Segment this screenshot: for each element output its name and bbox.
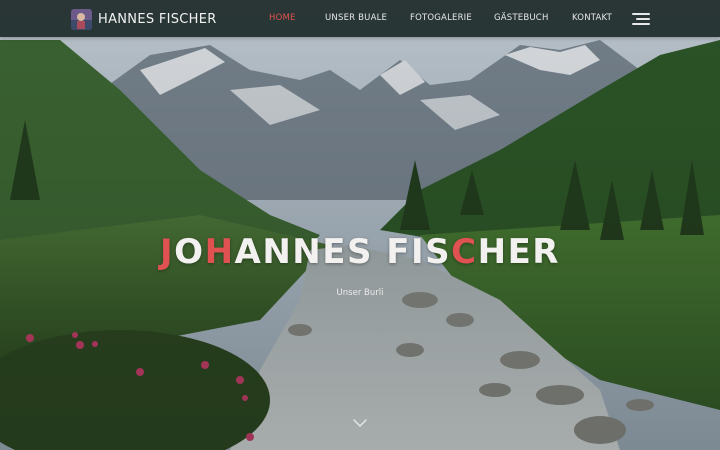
hero-title-part: J xyxy=(160,232,175,272)
hero-title-part: HER xyxy=(477,232,560,272)
main-nav: HOME UNSER BUALE FOTOGALERIE GÄSTEBUCH K… xyxy=(250,0,650,37)
brand[interactable]: HANNES FISCHER xyxy=(71,8,217,30)
brand-title: HANNES FISCHER xyxy=(98,11,217,27)
hero-title-part: ANNES FIS xyxy=(234,232,452,272)
nav-item-unser-buale[interactable]: UNSER BUALE xyxy=(325,13,387,23)
top-navbar: HANNES FISCHER HOME UNSER BUALE FOTOGALE… xyxy=(0,0,720,37)
nav-item-kontakt[interactable]: KONTAKT xyxy=(572,13,612,23)
hamburger-menu-icon[interactable] xyxy=(632,13,650,25)
hero-title-part: H xyxy=(204,232,235,272)
chevron-down-icon[interactable] xyxy=(352,418,368,428)
alpine-landscape-image xyxy=(0,0,720,450)
brand-logo xyxy=(71,8,92,30)
hero-title-part: O xyxy=(174,232,205,272)
hero-title-part: C xyxy=(451,232,478,272)
nav-item-fotogalerie[interactable]: FOTOGALERIE xyxy=(410,13,472,23)
nav-item-home[interactable]: HOME xyxy=(269,13,296,23)
hero-subtitle: Unser Burli xyxy=(336,288,384,298)
nav-item-gaestebuch[interactable]: GÄSTEBUCH xyxy=(494,13,549,23)
hero-title: JOHANNES FISCHER xyxy=(0,232,720,272)
hero-background xyxy=(0,0,720,450)
